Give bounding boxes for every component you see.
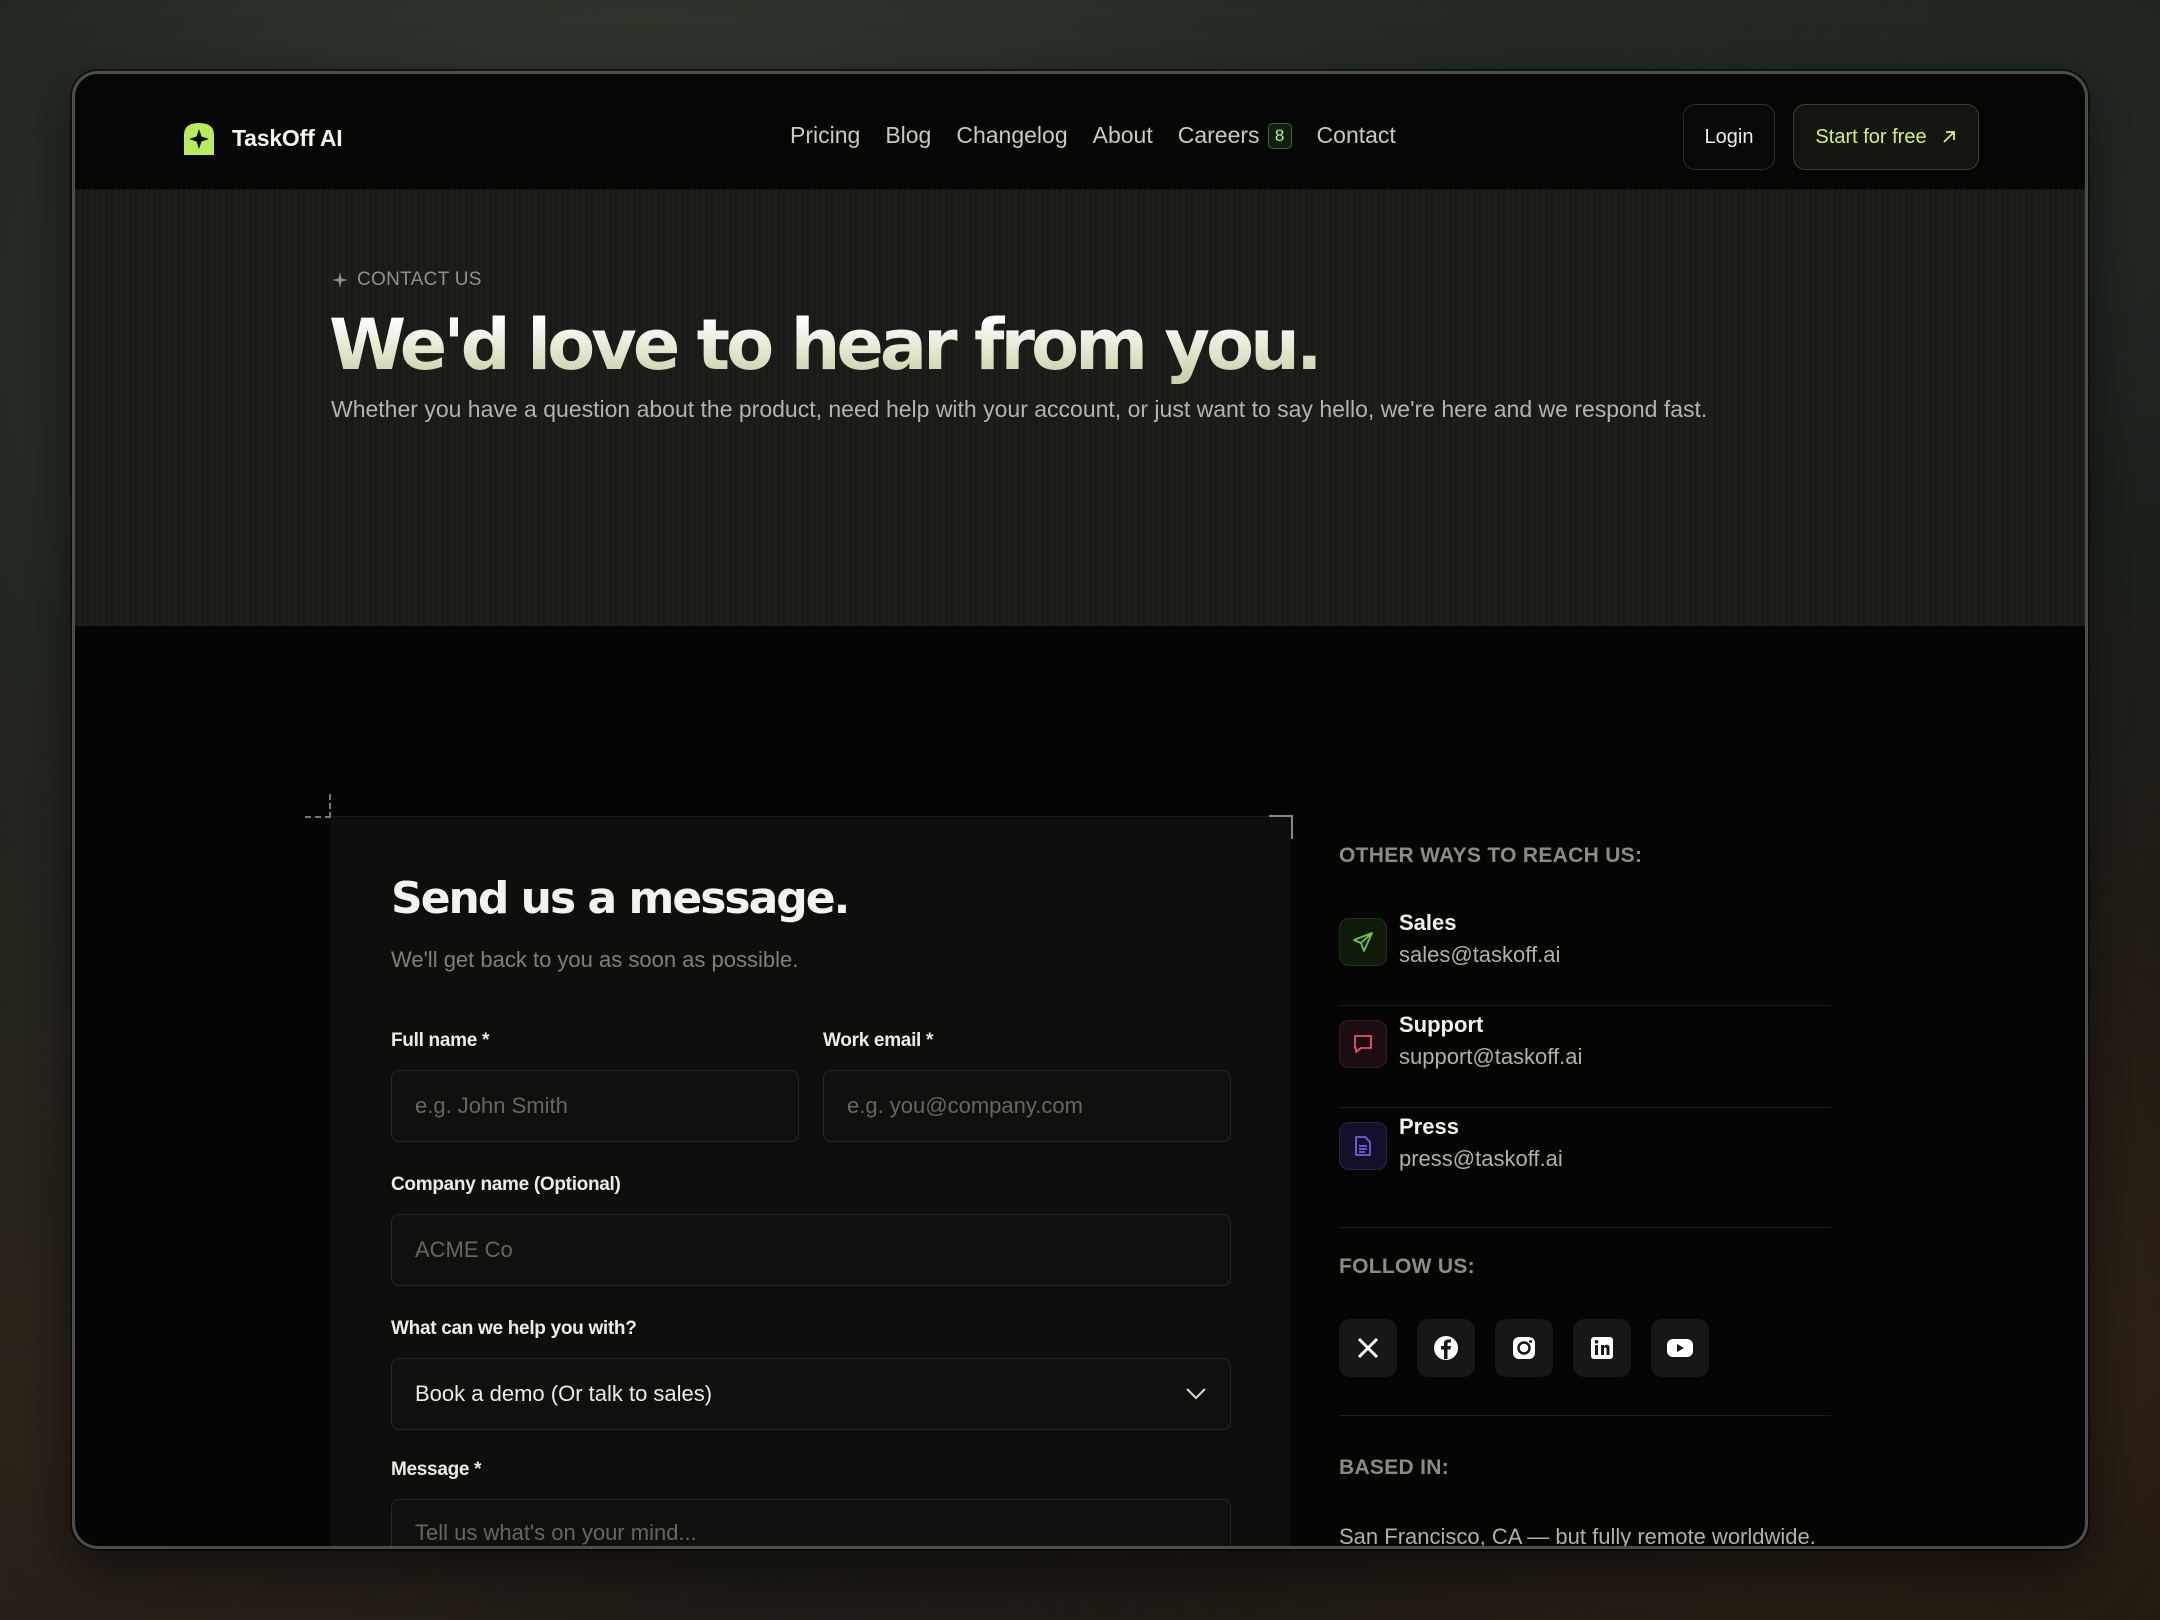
contact-press: Press press@taskoff.ai	[1339, 1108, 1831, 1228]
full-name-input[interactable]: e.g. John Smith	[391, 1070, 799, 1142]
contact-email-link[interactable]: sales@taskoff.ai	[1399, 942, 1560, 968]
send-icon	[1339, 918, 1387, 966]
card-corner-marker	[305, 794, 331, 818]
nav-about[interactable]: About	[1093, 122, 1153, 149]
browser-frame: TaskOff AI Pricing Blog Changelog About …	[72, 71, 2088, 1549]
chevron-down-icon	[1186, 1388, 1206, 1400]
contact-support: Support support@taskoff.ai	[1339, 1006, 1831, 1108]
start-for-free-button[interactable]: Start for free	[1793, 104, 1979, 170]
contact-form-card: Send us a message. We'll get back to you…	[331, 816, 1291, 1546]
eyebrow-text: CONTACT US	[357, 269, 482, 290]
nav-blog[interactable]: Blog	[885, 122, 931, 149]
arrow-up-right-icon	[1942, 131, 1955, 143]
based-heading: BASED IN:	[1339, 1456, 1450, 1479]
start-label: Start for free	[1815, 125, 1927, 148]
contact-sales: Sales sales@taskoff.ai	[1339, 904, 1831, 1006]
nav-careers-label: Careers	[1177, 122, 1260, 148]
based-location: San Francisco, CA — but fully remote wor…	[1339, 1524, 1816, 1549]
work-email-input[interactable]: e.g. you@company.com	[823, 1070, 1231, 1142]
sparkle-icon	[332, 272, 348, 288]
social-links	[1339, 1319, 1709, 1377]
nav-contact[interactable]: Contact	[1317, 122, 1396, 149]
x-icon[interactable]	[1339, 1319, 1397, 1377]
company-placeholder: ACME Co	[415, 1237, 513, 1262]
document-icon	[1339, 1122, 1387, 1170]
site-header: TaskOff AI Pricing Blog Changelog About …	[75, 74, 2085, 190]
logo[interactable]: TaskOff AI	[180, 119, 343, 157]
youtube-icon[interactable]	[1651, 1319, 1709, 1377]
facebook-icon[interactable]	[1417, 1319, 1475, 1377]
page-title: We'd love to hear from you.	[329, 300, 1323, 391]
contact-email-link[interactable]: support@taskoff.ai	[1399, 1044, 1582, 1070]
company-input[interactable]: ACME Co	[391, 1214, 1231, 1286]
full-name-placeholder: e.g. John Smith	[415, 1093, 568, 1118]
nav-careers[interactable]: Careers 8	[1178, 122, 1292, 149]
contact-title: Sales	[1399, 910, 1457, 935]
nav-changelog[interactable]: Changelog	[956, 122, 1067, 149]
login-label: Login	[1704, 125, 1754, 148]
logo-text: TaskOff AI	[232, 124, 343, 151]
work-email-placeholder: e.g. you@company.com	[847, 1093, 1083, 1118]
help-topic-label: What can we help you with?	[391, 1318, 637, 1339]
login-button[interactable]: Login	[1683, 104, 1775, 170]
linkedin-icon[interactable]	[1573, 1319, 1631, 1377]
eyebrow: CONTACT US	[331, 269, 482, 291]
reach-heading: OTHER WAYS TO REACH US:	[1339, 844, 1643, 867]
divider	[1339, 1415, 1831, 1416]
message-textarea[interactable]: Tell us what's on your mind...	[391, 1499, 1231, 1546]
company-label: Company name (Optional)	[391, 1174, 621, 1195]
careers-count-badge: 8	[1267, 122, 1292, 149]
contact-title: Support	[1399, 1012, 1484, 1037]
logo-icon	[184, 123, 214, 155]
help-topic-select[interactable]: Book a demo (Or talk to sales)	[391, 1358, 1231, 1430]
contact-title: Press	[1399, 1114, 1459, 1139]
form-subtitle: We'll get back to you as soon as possibl…	[391, 947, 799, 972]
main-nav: Pricing Blog Changelog About Careers 8 C…	[790, 122, 1396, 149]
instagram-icon[interactable]	[1495, 1319, 1553, 1377]
page-subtitle: Whether you have a question about the pr…	[331, 396, 1708, 422]
form-title: Send us a message.	[391, 873, 850, 924]
message-placeholder: Tell us what's on your mind...	[415, 1520, 697, 1545]
follow-heading: FOLLOW US:	[1339, 1255, 1475, 1278]
contact-email-link[interactable]: press@taskoff.ai	[1399, 1146, 1563, 1172]
nav-pricing[interactable]: Pricing	[790, 122, 860, 149]
work-email-label: Work email *	[823, 1030, 934, 1051]
chat-icon	[1339, 1020, 1387, 1068]
full-name-label: Full name *	[391, 1030, 490, 1051]
card-corner-marker	[1269, 815, 1293, 839]
help-topic-value: Book a demo (Or talk to sales)	[415, 1381, 713, 1406]
message-label: Message *	[391, 1459, 482, 1480]
